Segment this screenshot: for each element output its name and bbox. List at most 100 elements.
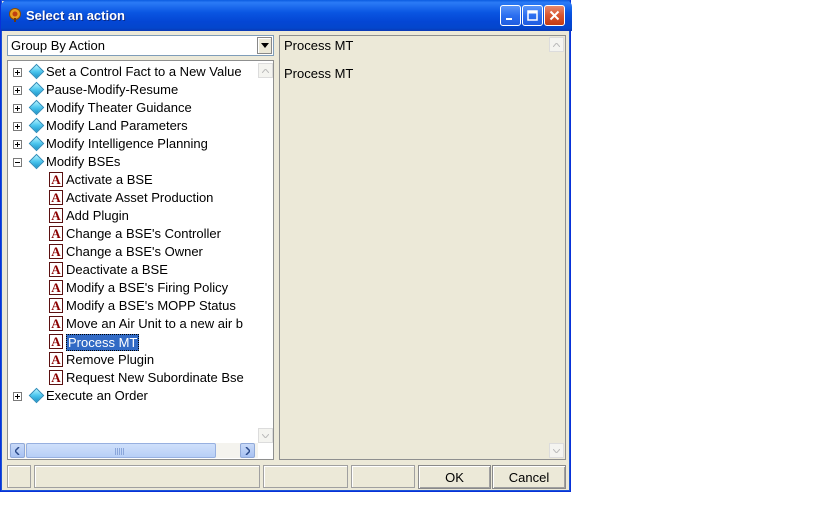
action-group-icon bbox=[28, 81, 45, 98]
action-group-icon bbox=[28, 153, 45, 170]
scroll-left-button[interactable] bbox=[10, 443, 25, 458]
action-group-icon bbox=[28, 117, 45, 134]
group-by-select[interactable]: Group By Action bbox=[7, 35, 274, 56]
tree-action-row[interactable]: A Change a BSE's Owner bbox=[8, 243, 257, 261]
scroll-down-button[interactable] bbox=[258, 428, 273, 443]
scroll-right-button[interactable] bbox=[240, 443, 255, 458]
action-icon: A bbox=[49, 190, 63, 205]
action-icon: A bbox=[49, 280, 63, 295]
details-scroll-down-button[interactable] bbox=[549, 443, 564, 458]
tree-action-label: Activate Asset Production bbox=[66, 190, 214, 205]
status-field bbox=[34, 465, 260, 488]
action-icon: A bbox=[49, 352, 63, 367]
maximize-icon bbox=[527, 10, 538, 21]
action-tree-list: Set a Control Fact to a New Value Pause-M… bbox=[8, 61, 257, 443]
select-action-dialog: Select an action Group By Action Set a C… bbox=[0, 0, 572, 492]
tree-action-label: Modify a BSE's Firing Policy bbox=[66, 280, 229, 295]
tree-action-row[interactable]: A Activate a BSE bbox=[8, 171, 257, 189]
tree-action-label: Activate a BSE bbox=[66, 172, 153, 187]
tree-group-row[interactable]: Modify Intelligence Planning bbox=[8, 135, 257, 153]
chevron-up-icon bbox=[553, 42, 560, 47]
tree-action-label: Move an Air Unit to a new air b bbox=[66, 316, 244, 331]
details-vertical-scrollbar[interactable] bbox=[549, 37, 564, 458]
tree-action-label: Change a BSE's Controller bbox=[66, 226, 221, 241]
title-bar[interactable]: Select an action bbox=[1, 0, 572, 31]
close-button[interactable] bbox=[544, 5, 565, 26]
tree-group-label: Execute an Order bbox=[46, 388, 148, 403]
details-title: Process MT bbox=[284, 38, 354, 53]
combo-dropdown-button[interactable] bbox=[257, 37, 272, 54]
tree-group-label: Modify Land Parameters bbox=[46, 118, 188, 133]
expand-icon[interactable] bbox=[13, 104, 22, 113]
cancel-button[interactable]: Cancel bbox=[492, 465, 566, 489]
tree-group-row[interactable]: Modify Land Parameters bbox=[8, 117, 257, 135]
tree-action-label: Add Plugin bbox=[66, 208, 129, 223]
action-group-icon bbox=[28, 387, 45, 404]
tree-group-row[interactable]: Pause-Modify-Resume bbox=[8, 81, 257, 99]
tree-action-label: Request New Subordinate Bse bbox=[66, 370, 244, 385]
action-icon: A bbox=[49, 226, 63, 241]
tree-group-row[interactable]: Modify BSEs bbox=[8, 153, 257, 171]
tree-group-row[interactable]: Modify Theater Guidance bbox=[8, 99, 257, 117]
tree-action-label: Deactivate a BSE bbox=[66, 262, 168, 277]
expand-icon[interactable] bbox=[13, 86, 22, 95]
tree-action-row[interactable]: A Activate Asset Production bbox=[8, 189, 257, 207]
maximize-button[interactable] bbox=[522, 5, 543, 26]
action-tree: Set a Control Fact to a New Value Pause-M… bbox=[7, 60, 274, 460]
tree-action-row[interactable]: A Remove Plugin bbox=[8, 351, 257, 369]
action-icon: A bbox=[49, 316, 63, 331]
tree-action-row[interactable]: A Modify a BSE's MOPP Status bbox=[8, 297, 257, 315]
action-group-icon bbox=[28, 135, 45, 152]
tree-group-row[interactable]: Set a Control Fact to a New Value bbox=[8, 63, 257, 81]
chevron-left-icon bbox=[15, 446, 20, 455]
status-field bbox=[263, 465, 348, 488]
tree-group-row[interactable]: Execute an Order bbox=[8, 387, 257, 405]
tree-group-label: Modify Intelligence Planning bbox=[46, 136, 208, 151]
tree-action-label: Change a BSE's Owner bbox=[66, 244, 203, 259]
tree-group-label: Modify Theater Guidance bbox=[46, 100, 192, 115]
scroll-thumb[interactable] bbox=[26, 443, 216, 458]
window-title: Select an action bbox=[26, 8, 125, 23]
action-details-panel: Process MT Process MT bbox=[279, 35, 566, 460]
tree-horizontal-scrollbar[interactable] bbox=[9, 443, 258, 458]
tree-action-row[interactable]: A Request New Subordinate Bse bbox=[8, 369, 257, 387]
tree-action-label: Modify a BSE's MOPP Status bbox=[66, 298, 236, 313]
status-field bbox=[7, 465, 31, 488]
expand-icon[interactable] bbox=[13, 392, 22, 401]
tree-action-row[interactable]: A Change a BSE's Controller bbox=[8, 225, 257, 243]
tree-vertical-scrollbar[interactable] bbox=[258, 63, 273, 443]
chevron-down-icon bbox=[553, 448, 560, 453]
group-by-value: Group By Action bbox=[11, 38, 105, 53]
tree-action-row[interactable]: A Move an Air Unit to a new air b bbox=[8, 315, 257, 333]
tree-action-row[interactable]: A Process MT bbox=[8, 333, 257, 351]
tree-action-row[interactable]: A Modify a BSE's Firing Policy bbox=[8, 279, 257, 297]
action-group-icon bbox=[28, 99, 45, 116]
tree-action-label: Process MT bbox=[66, 334, 140, 351]
action-icon: A bbox=[49, 244, 63, 259]
chevron-down-icon bbox=[261, 43, 269, 48]
tree-action-row[interactable]: A Deactivate a BSE bbox=[8, 261, 257, 279]
details-scroll-up-button[interactable] bbox=[549, 37, 564, 52]
close-icon bbox=[549, 10, 560, 21]
ok-button[interactable]: OK bbox=[418, 465, 491, 489]
details-description: Process MT bbox=[284, 66, 354, 81]
tree-action-label: Remove Plugin bbox=[66, 352, 155, 367]
action-icon: A bbox=[49, 208, 63, 223]
action-icon: A bbox=[49, 262, 63, 277]
dialog-footer: OK Cancel bbox=[7, 465, 566, 489]
tree-group-label: Set a Control Fact to a New Value bbox=[46, 64, 242, 79]
action-group-icon bbox=[28, 63, 45, 80]
expand-icon[interactable] bbox=[13, 140, 22, 149]
app-icon bbox=[7, 7, 23, 23]
tree-action-row[interactable]: A Add Plugin bbox=[8, 207, 257, 225]
scroll-up-button[interactable] bbox=[258, 63, 273, 78]
action-icon: A bbox=[49, 334, 63, 349]
collapse-icon[interactable] bbox=[13, 158, 22, 167]
expand-icon[interactable] bbox=[13, 68, 22, 77]
action-icon: A bbox=[49, 370, 63, 385]
status-field bbox=[351, 465, 415, 488]
minimize-icon bbox=[506, 18, 512, 20]
minimize-button[interactable] bbox=[500, 5, 521, 26]
expand-icon[interactable] bbox=[13, 122, 22, 131]
chevron-right-icon bbox=[245, 446, 250, 455]
